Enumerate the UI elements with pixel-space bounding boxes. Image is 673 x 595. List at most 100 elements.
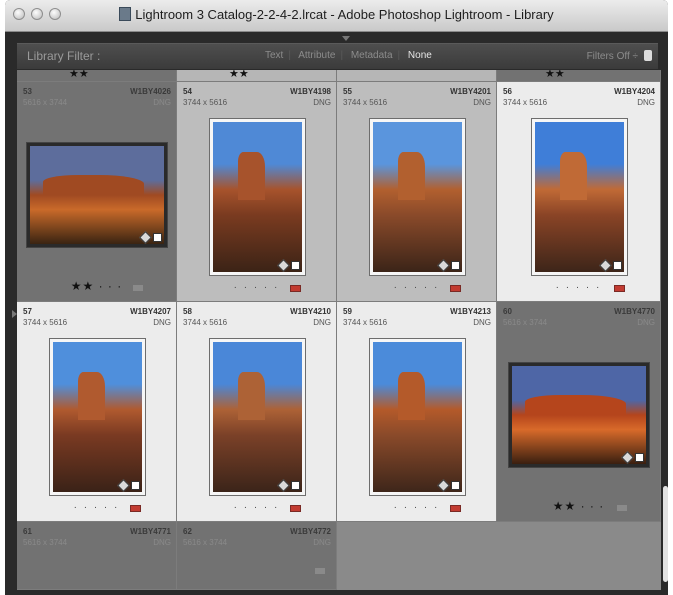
thumbnail-frame[interactable] <box>508 362 650 468</box>
photo-thumbnail[interactable] <box>373 342 462 492</box>
photo-thumbnail[interactable] <box>53 342 142 492</box>
thumbnail-cell[interactable]: 56 W1BY4204 3744 x 5616 DNG · · · · · <box>497 82 661 302</box>
thumbnail-frame[interactable] <box>26 142 168 248</box>
thumbnail-frame[interactable] <box>209 118 306 276</box>
image-dimensions: 3744 x 5616 <box>23 318 68 327</box>
cell-index: 54 <box>183 87 192 96</box>
filter-tab-metadata[interactable]: Metadata <box>351 50 393 61</box>
color-label-red[interactable] <box>130 505 141 512</box>
lightroom-window: Lightroom 3 Catalog-2-2-4-2.lrcat - Adob… <box>5 0 668 595</box>
filters-off-dropdown[interactable]: Filters Off ÷ <box>587 51 638 62</box>
color-label-red[interactable] <box>450 285 461 292</box>
cell-index: 53 <box>23 87 32 96</box>
photo-thumbnail[interactable] <box>213 122 302 272</box>
thumbnail-cell[interactable]: 62 W1BY4772 5616 x 3744 DNG <box>177 522 337 590</box>
top-panel-toggle-icon[interactable] <box>342 36 350 41</box>
photo-thumbnail[interactable] <box>30 146 164 244</box>
thumbnail-frame[interactable] <box>369 118 466 276</box>
star-rating[interactable]: · · · · · <box>177 502 336 513</box>
star-rating[interactable]: · · · · · <box>17 502 176 513</box>
star-rating[interactable]: ★★ <box>69 70 89 80</box>
metadata-badge-icon[interactable] <box>635 453 644 462</box>
window-title: Lightroom 3 Catalog-2-2-4-2.lrcat - Adob… <box>135 7 554 22</box>
cell-index: 60 <box>503 307 512 316</box>
star-rating[interactable]: · · · · · <box>177 282 336 293</box>
cell-index: 57 <box>23 307 32 316</box>
image-dimensions: 5616 x 3744 <box>23 98 68 107</box>
color-label-red[interactable] <box>450 505 461 512</box>
color-label-none[interactable] <box>133 285 143 291</box>
color-label-red[interactable] <box>290 285 301 292</box>
cell-index: 62 <box>183 527 192 536</box>
image-dimensions: 3744 x 5616 <box>503 98 548 107</box>
color-label-red[interactable] <box>290 505 301 512</box>
thumbnail-frame[interactable] <box>369 338 466 496</box>
photo-thumbnail[interactable] <box>373 122 462 272</box>
thumbnail-cell[interactable]: 55 W1BY4201 3744 x 5616 DNG · · · · · <box>337 82 497 302</box>
partial-row-cell[interactable] <box>337 70 497 82</box>
file-format: DNG <box>153 98 171 107</box>
color-label-none[interactable] <box>617 505 627 511</box>
file-format: DNG <box>313 538 331 547</box>
thumbnail-cell[interactable]: 59 W1BY4213 3744 x 5616 DNG · · · · · <box>337 302 497 522</box>
rock-formation-shape <box>559 152 587 200</box>
photo-thumbnail[interactable] <box>512 366 646 464</box>
thumbnail-cell[interactable]: 53 W1BY4026 5616 x 3744 DNG ★★ · · · <box>17 82 177 302</box>
thumbnail-cell[interactable]: 58 W1BY4210 3744 x 5616 DNG · · · · · <box>177 302 337 522</box>
color-label-red[interactable] <box>614 285 625 292</box>
image-dimensions: 5616 x 3744 <box>503 318 548 327</box>
image-dimensions: 5616 x 3744 <box>23 538 68 547</box>
file-name: W1BY4201 <box>450 87 491 96</box>
metadata-badge-icon[interactable] <box>291 261 300 270</box>
thumbnail-grid: ★★ ★★ ★★ 53 W1BY4026 5616 x 3744 DNG ★★ · · … <box>17 70 661 590</box>
thumbnail-frame[interactable] <box>209 338 306 496</box>
catalog-file-icon <box>119 7 132 21</box>
thumbnail-cell[interactable]: 61 W1BY4771 5616 x 3744 DNG <box>17 522 177 590</box>
star-rating[interactable]: · · · · · <box>337 282 496 293</box>
partial-row-cell[interactable]: ★★ <box>497 70 661 82</box>
divider: | <box>340 50 344 61</box>
file-name: W1BY4771 <box>130 527 171 536</box>
star-rating[interactable]: ★★ · · · <box>497 499 660 513</box>
metadata-badge-icon[interactable] <box>291 481 300 490</box>
star-rating[interactable]: · · · · · <box>337 502 496 513</box>
metadata-badge-icon[interactable] <box>451 481 460 490</box>
file-format: DNG <box>473 98 491 107</box>
filter-tab-attribute[interactable]: Attribute <box>298 50 335 61</box>
filter-tab-text[interactable]: Text <box>265 50 283 61</box>
empty-grid-area <box>337 522 661 590</box>
photo-thumbnail[interactable] <box>213 342 302 492</box>
star-rating[interactable]: ★★ · · · <box>17 279 176 293</box>
star-rating[interactable]: · · · · · <box>497 282 660 293</box>
grid-scrollbar[interactable] <box>663 486 668 582</box>
thumbnail-cell[interactable]: 57 W1BY4207 3744 x 5616 DNG · · · · · <box>17 302 177 522</box>
file-name: W1BY4772 <box>290 527 331 536</box>
thumbnail-frame[interactable] <box>531 118 628 276</box>
rock-formation-shape <box>237 152 265 200</box>
file-format: DNG <box>637 98 655 107</box>
image-dimensions: 5616 x 3744 <box>183 538 228 547</box>
metadata-badge-icon[interactable] <box>451 261 460 270</box>
lock-icon[interactable] <box>644 50 652 61</box>
cell-index: 58 <box>183 307 192 316</box>
rock-formation-shape <box>397 152 425 200</box>
metadata-badge-icon[interactable] <box>613 261 622 270</box>
partial-row-cell[interactable]: ★★ <box>17 70 177 82</box>
star-rating[interactable]: ★★ <box>229 70 249 80</box>
partial-row-cell[interactable]: ★★ <box>177 70 337 82</box>
filter-tab-none[interactable]: None <box>408 50 432 61</box>
window-title-text: Lightroom 3 Catalog-2-2-4-2.lrcat - Adob… <box>5 7 668 22</box>
cell-index: 56 <box>503 87 512 96</box>
thumbnail-cell[interactable]: 60 W1BY4770 5616 x 3744 DNG ★★ · · · <box>497 302 661 522</box>
file-name: W1BY4207 <box>130 307 171 316</box>
thumbnail-frame[interactable] <box>49 338 146 496</box>
metadata-badge-icon[interactable] <box>131 481 140 490</box>
metadata-badge-icon[interactable] <box>153 233 162 242</box>
divider: | <box>288 50 291 61</box>
thumbnail-cell[interactable]: 54 W1BY4198 3744 x 5616 DNG · · · · · <box>177 82 337 302</box>
metadata-badge-icon[interactable] <box>315 568 325 574</box>
star-rating[interactable]: ★★ <box>545 70 565 80</box>
filter-tabs: Text | Attribute | Metadata | None <box>265 50 437 61</box>
photo-thumbnail[interactable] <box>535 122 624 272</box>
file-name: W1BY4770 <box>614 307 655 316</box>
